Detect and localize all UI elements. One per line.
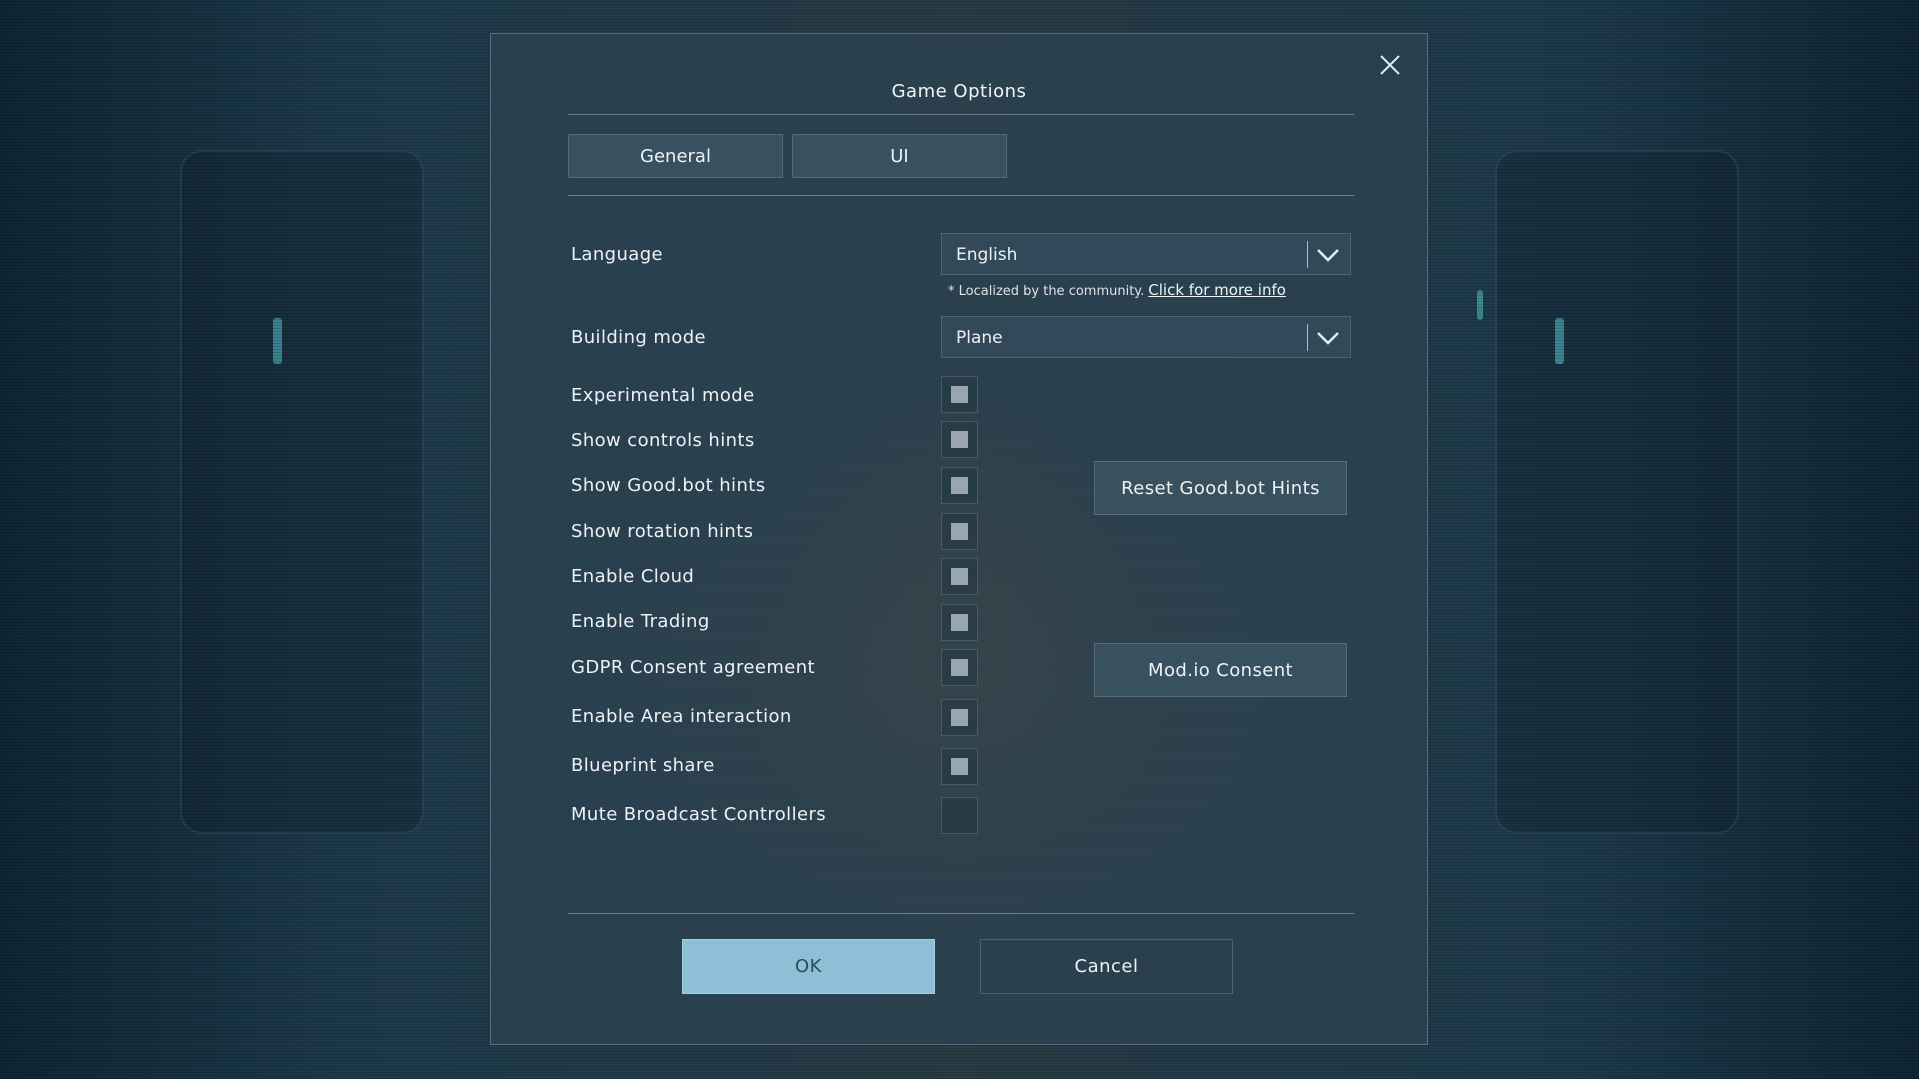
building-mode-value: Plane bbox=[956, 328, 1003, 348]
cancel-button[interactable]: Cancel bbox=[980, 939, 1233, 994]
gdpr-consent-checkbox[interactable] bbox=[941, 649, 978, 686]
chevron-down-icon bbox=[1317, 332, 1339, 345]
localization-note-text: * Localized by the community. bbox=[948, 284, 1145, 299]
dialog-title: Game Options bbox=[891, 81, 1027, 102]
checkbox-check bbox=[951, 568, 968, 585]
enable-cloud-checkbox[interactable] bbox=[941, 558, 978, 595]
checkbox-check bbox=[951, 758, 968, 775]
gdpr-consent-label: GDPR Consent agreement bbox=[571, 657, 816, 678]
show-controls-hints-checkbox[interactable] bbox=[941, 421, 978, 458]
checkbox-check bbox=[951, 386, 968, 403]
mute-broadcast-controllers-checkbox[interactable] bbox=[941, 797, 978, 834]
show-rotation-hints-checkbox[interactable] bbox=[941, 513, 978, 550]
background-light bbox=[1477, 290, 1483, 320]
background-door-left bbox=[180, 150, 424, 834]
show-goodbot-hints-checkbox[interactable] bbox=[941, 467, 978, 504]
game-options-dialog: Game Options General UI Language English… bbox=[490, 33, 1428, 1045]
blueprint-share-label: Blueprint share bbox=[571, 755, 715, 776]
checkbox-check bbox=[951, 523, 968, 540]
show-goodbot-hints-label: Show Good.bot hints bbox=[571, 475, 766, 496]
building-mode-label: Building mode bbox=[571, 327, 706, 348]
tab-ui[interactable]: UI bbox=[792, 134, 1007, 178]
language-dropdown[interactable]: English bbox=[941, 233, 1351, 275]
background-light bbox=[1555, 318, 1564, 364]
dropdown-separator bbox=[1307, 324, 1308, 351]
footer-divider bbox=[568, 913, 1354, 914]
experimental-mode-checkbox[interactable] bbox=[941, 376, 978, 413]
language-label: Language bbox=[571, 244, 664, 265]
localization-note: * Localized by the community. Click for m… bbox=[948, 281, 1286, 299]
mute-broadcast-controllers-label: Mute Broadcast Controllers bbox=[571, 804, 827, 825]
background-door-right bbox=[1495, 150, 1739, 834]
checkbox-check bbox=[951, 431, 968, 448]
enable-trading-checkbox[interactable] bbox=[941, 604, 978, 641]
checkbox-check bbox=[951, 477, 968, 494]
checkbox-check bbox=[951, 659, 968, 676]
title-divider bbox=[568, 114, 1354, 115]
checkbox-check bbox=[951, 709, 968, 726]
modio-consent-button[interactable]: Mod.io Consent bbox=[1094, 643, 1347, 697]
show-rotation-hints-label: Show rotation hints bbox=[571, 521, 754, 542]
close-button[interactable] bbox=[1375, 50, 1405, 80]
reset-goodbot-hints-button[interactable]: Reset Good.bot Hints bbox=[1094, 461, 1347, 515]
language-value: English bbox=[956, 245, 1018, 265]
more-info-link[interactable]: Click for more info bbox=[1148, 281, 1286, 299]
dropdown-separator bbox=[1307, 241, 1308, 268]
experimental-mode-label: Experimental mode bbox=[571, 385, 755, 406]
chevron-down-icon bbox=[1317, 249, 1339, 262]
blueprint-share-checkbox[interactable] bbox=[941, 748, 978, 785]
checkbox-check bbox=[951, 614, 968, 631]
close-icon bbox=[1380, 55, 1400, 75]
tab-general[interactable]: General bbox=[568, 134, 783, 178]
enable-cloud-label: Enable Cloud bbox=[571, 566, 695, 587]
enable-area-interaction-checkbox[interactable] bbox=[941, 699, 978, 736]
enable-trading-label: Enable Trading bbox=[571, 611, 710, 632]
show-controls-hints-label: Show controls hints bbox=[571, 430, 755, 451]
enable-area-interaction-label: Enable Area interaction bbox=[571, 706, 792, 727]
ok-button[interactable]: OK bbox=[682, 939, 935, 994]
background-light bbox=[273, 318, 282, 364]
building-mode-dropdown[interactable]: Plane bbox=[941, 316, 1351, 358]
tabs-divider bbox=[568, 195, 1354, 196]
